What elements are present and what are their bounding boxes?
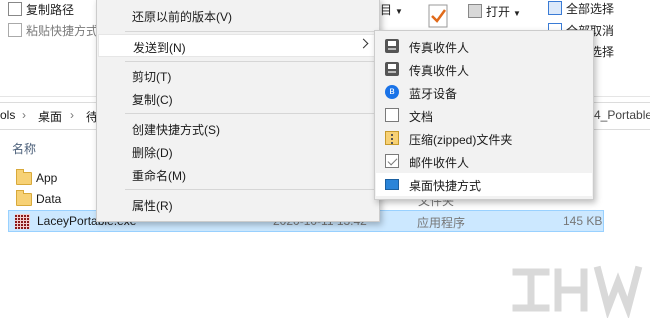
menu-item-create-shortcut[interactable]: 创建快捷方式(S): [98, 117, 378, 140]
desktop-icon: [385, 179, 399, 190]
submenu-item-fax-recipient[interactable]: 传真收件人: [376, 35, 592, 58]
bluetooth-icon: ʙ: [385, 85, 399, 99]
copy-path-button[interactable]: 复制路径: [8, 1, 74, 18]
menu-divider: [125, 61, 375, 62]
file-size: 145 KB: [563, 214, 603, 228]
menu-divider: [125, 31, 375, 32]
submenu-item-mail[interactable]: 邮件收件人: [376, 150, 592, 173]
breadcrumb-segment[interactable]: 桌面: [38, 108, 62, 125]
context-menu: 还原以前的版本(V) 发送到(N) 剪切(T) 复制(C) 创建快捷方式(S) …: [96, 0, 380, 222]
submenu-item-desktop-shortcut[interactable]: 桌面快捷方式: [376, 173, 592, 196]
menu-item-restore[interactable]: 还原以前的版本(V): [98, 4, 378, 27]
paste-shortcut-button[interactable]: 粘贴快捷方式: [8, 22, 98, 39]
open-icon: [468, 4, 482, 18]
menu-divider: [125, 189, 375, 190]
column-header-name[interactable]: 名称: [12, 140, 36, 157]
chevron-down-icon: ▼: [395, 7, 403, 16]
send-to-submenu: 传真收件人 传真收件人 ʙ 蓝牙设备 文档 压缩(zipped)文件夹 邮件收件…: [374, 30, 594, 200]
menu-item-cut[interactable]: 剪切(T): [98, 64, 378, 87]
breadcrumb-tail[interactable]: 4_Portable: [594, 108, 650, 122]
chevron-right-icon: [358, 38, 369, 49]
fax-icon: [385, 62, 399, 76]
fax-icon: [385, 39, 399, 53]
file-name: App: [36, 171, 58, 185]
menu-item-copy[interactable]: 复制(C): [98, 87, 378, 110]
breadcrumb-segment[interactable]: ols: [0, 108, 15, 122]
select-all-icon: [548, 1, 562, 15]
chevron-right-icon: ›: [22, 108, 26, 122]
open-button[interactable]: 打开 ▼: [468, 3, 521, 20]
menu-item-delete[interactable]: 删除(D): [98, 140, 378, 163]
menu-item-properties[interactable]: 属性(R): [98, 193, 378, 216]
mail-icon: [385, 154, 399, 168]
file-type: 应用程序: [417, 216, 466, 230]
chevron-down-icon: ▼: [513, 9, 521, 18]
exe-icon: [15, 214, 30, 229]
submenu-item-bluetooth[interactable]: ʙ 蓝牙设备: [376, 81, 592, 104]
menu-item-send-to[interactable]: 发送到(N): [98, 34, 378, 57]
zip-folder-icon: [385, 131, 399, 145]
folder-icon: [16, 190, 32, 206]
file-name: Data: [36, 192, 62, 206]
chevron-right-icon: ›: [70, 108, 74, 122]
watermark-logo: [508, 262, 648, 320]
submenu-item-fax-recipient[interactable]: 传真收件人: [376, 58, 592, 81]
menu-item-rename[interactable]: 重命名(M): [98, 163, 378, 186]
document-icon: [385, 108, 399, 122]
folder-icon: [16, 169, 32, 185]
copy-path-icon: [8, 2, 22, 16]
paste-shortcut-icon: [8, 23, 22, 37]
menu-divider: [125, 113, 375, 114]
check-icon[interactable]: [428, 4, 450, 30]
select-all-button[interactable]: 全部选择: [548, 0, 614, 17]
submenu-item-zip[interactable]: 压缩(zipped)文件夹: [376, 127, 592, 150]
ribbon-group-partial[interactable]: 目 ▼: [380, 1, 403, 18]
submenu-item-documents[interactable]: 文档: [376, 104, 592, 127]
